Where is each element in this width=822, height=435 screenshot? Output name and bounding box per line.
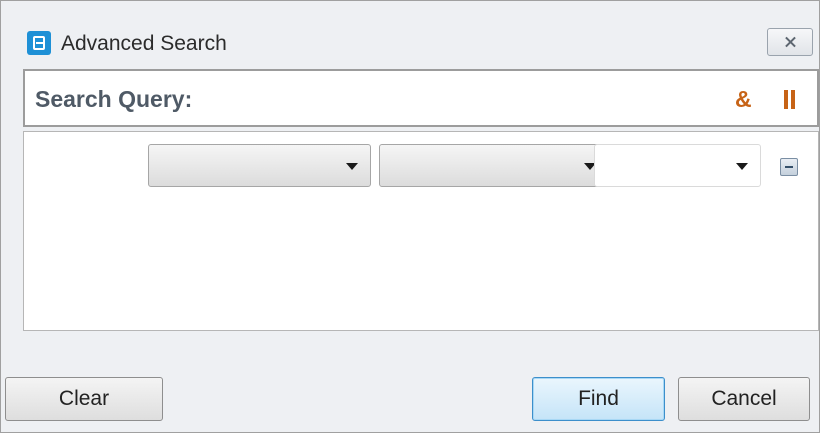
title-bar: Advanced Search xyxy=(1,1,819,67)
field-dropdown[interactable] xyxy=(148,144,371,187)
advanced-search-dialog: Advanced Search Search Query: & Clear Fi… xyxy=(0,0,820,433)
remove-condition-button[interactable] xyxy=(780,158,798,176)
comparator-dropdown[interactable] xyxy=(379,144,609,187)
window-title: Advanced Search xyxy=(61,32,227,55)
and-operator-button[interactable]: & xyxy=(735,86,752,112)
value-dropdown[interactable] xyxy=(594,144,761,187)
clear-button[interactable]: Clear xyxy=(5,377,163,421)
chevron-down-icon xyxy=(736,163,748,170)
cancel-button[interactable]: Cancel xyxy=(678,377,810,421)
app-icon xyxy=(27,31,51,55)
or-operator-button[interactable] xyxy=(782,90,796,109)
query-conditions-area xyxy=(23,131,819,331)
chevron-down-icon xyxy=(346,163,358,170)
find-button[interactable]: Find xyxy=(532,377,665,421)
search-query-header: Search Query: & xyxy=(23,69,819,127)
search-query-label: Search Query: xyxy=(35,86,193,112)
close-button[interactable] xyxy=(767,28,813,56)
